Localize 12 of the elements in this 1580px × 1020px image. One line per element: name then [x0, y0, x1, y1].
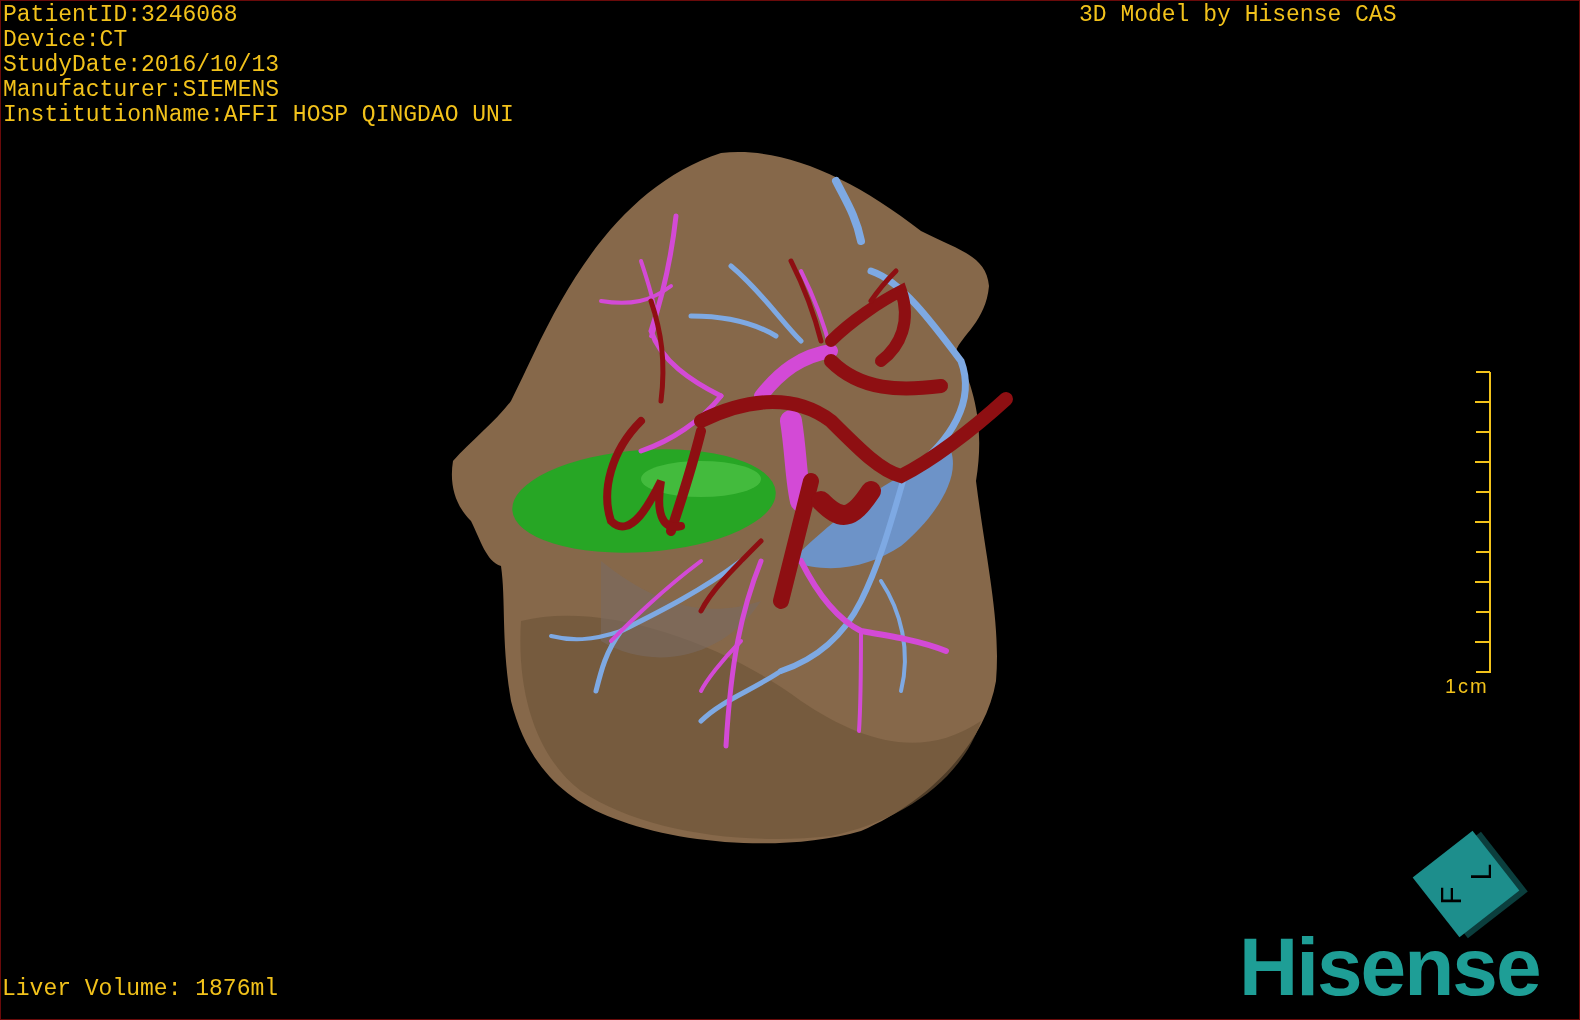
model-title: 3D Model by Hisense CAS [1079, 3, 1397, 28]
info-text: InstitutionName:AFFI HOSP QINGDAO UNI [3, 103, 514, 128]
liver-volume-label: Liver Volume: 1876ml [2, 977, 279, 1002]
cube-label: F [1436, 886, 1467, 905]
scale-bar-icon [1475, 371, 1493, 674]
brand-logo: Hisense [1239, 926, 1540, 1008]
info-text: Manufacturer:SIEMENS [3, 78, 281, 103]
cube-label: L [1466, 863, 1497, 881]
info-text: StudyDate:2016/10/13 [3, 53, 281, 78]
info-text: PatientID:3246068 [3, 3, 239, 28]
scale-label: 1cm [1445, 674, 1489, 698]
info-text: Device:CT [3, 28, 129, 53]
